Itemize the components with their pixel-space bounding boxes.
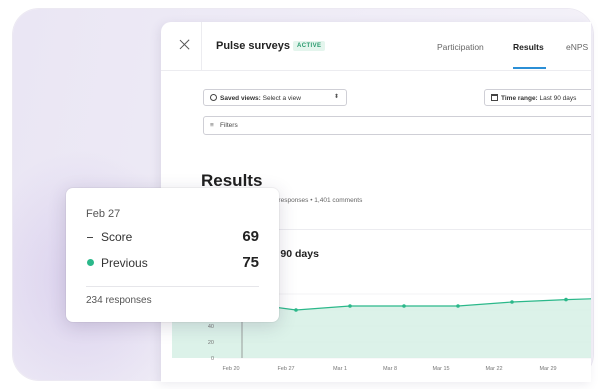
- divider: [86, 286, 259, 287]
- chart-point: [510, 300, 514, 304]
- tooltip-row-score: Score 69: [86, 228, 259, 246]
- tooltip-label: Previous: [101, 256, 148, 270]
- chart-tooltip: Feb 27 Score 69 Previous 75 234 response…: [66, 188, 279, 322]
- chart-point: [348, 304, 352, 308]
- chart-x-label: Feb 20: [222, 366, 239, 372]
- tooltip-value: 75: [242, 254, 259, 271]
- chart-point: [294, 308, 298, 312]
- chart-y-label: 20: [208, 340, 214, 346]
- chart-x-label: Mar 8: [383, 366, 397, 372]
- chart-x-label: Mar 1: [333, 366, 347, 372]
- chart-y-label: 0: [211, 356, 214, 362]
- chart-x-label: Mar 22: [485, 366, 502, 372]
- tooltip-row-previous: Previous 75: [86, 254, 259, 272]
- tooltip-responses: 234 responses: [86, 295, 152, 306]
- chart-x-label: Mar 15: [432, 366, 449, 372]
- chart-y-label: 40: [208, 324, 214, 330]
- chart-point: [402, 304, 406, 308]
- chart-point: [456, 304, 460, 308]
- chart-point: [564, 297, 568, 302]
- chart-x-labels: Feb 20 Feb 27 Mar 1 Mar 8 Mar 15 Mar 22 Mar 29: [222, 366, 556, 372]
- tooltip-label: Score: [101, 230, 133, 244]
- previous-dot-icon: [87, 259, 94, 266]
- chart-x-label: Mar 29: [539, 366, 556, 372]
- score-dash-icon: [87, 237, 93, 239]
- tooltip-date: Feb 27: [86, 208, 121, 220]
- tooltip-value: 69: [242, 228, 259, 245]
- chart-x-label: Feb 27: [277, 366, 294, 372]
